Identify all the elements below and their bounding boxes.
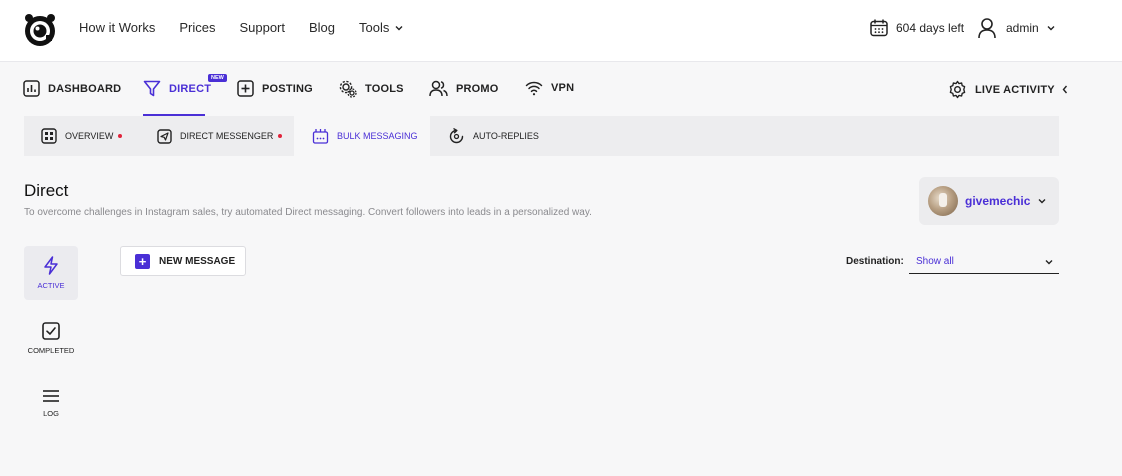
tab-dashboard-label: DASHBOARD: [48, 82, 122, 95]
status-filter-active-label: ACTIVE: [37, 281, 65, 290]
grid-dashboard-icon: [41, 128, 57, 144]
top-nav: How it Works Prices Support Blog Tools: [79, 20, 403, 35]
nav-link-blog[interactable]: Blog: [309, 20, 335, 35]
user-menu[interactable]: admin: [977, 17, 1055, 39]
sub-tab-overview-label: OVERVIEW: [65, 131, 114, 141]
days-left-text: 604 days left: [896, 21, 965, 35]
plus-square-icon: [237, 80, 254, 97]
notification-dot: [278, 134, 283, 138]
tools-menu-label: Tools: [359, 20, 390, 35]
tab-vpn-label: VPN: [551, 82, 575, 94]
status-filter-log-label: LOG: [43, 408, 59, 418]
tab-posting-label: POSTING: [262, 82, 313, 95]
live-activity-label: LIVE ACTIVITY: [975, 83, 1055, 96]
avatar: [928, 186, 958, 216]
tab-tools-label: TOOLS: [365, 83, 404, 95]
tab-direct[interactable]: DIRECT: [143, 80, 211, 97]
page-title: Direct: [24, 181, 69, 200]
destination-value: Show all: [916, 256, 954, 267]
status-filter-completed[interactable]: COMPLETED: [24, 311, 78, 365]
chevron-down-icon: [395, 25, 403, 30]
lightning-icon: [44, 256, 58, 275]
dashboard-chart-icon: [23, 80, 40, 97]
tools-menu[interactable]: Tools: [359, 20, 403, 35]
calendar-icon: [870, 19, 888, 37]
nav-link-how-it-works[interactable]: How it Works: [79, 20, 155, 35]
nav-link-prices[interactable]: Prices: [179, 20, 215, 35]
chevron-down-icon: [1047, 26, 1055, 31]
sub-tab-auto-replies-label: AUTO-REPLIES: [473, 131, 539, 141]
new-badge: NEW: [208, 74, 227, 82]
sub-tab-bulk-messaging-label: BULK MESSAGING: [337, 131, 418, 141]
sub-tab-overview[interactable]: OVERVIEW: [41, 116, 123, 156]
subscription-days-left[interactable]: 604 days left: [869, 18, 964, 38]
new-message-label: NEW MESSAGE: [159, 255, 236, 267]
sub-tabs: OVERVIEW DIRECT MESSENGER BULK MESSAGING…: [24, 116, 1059, 156]
funnel-icon: [143, 80, 161, 97]
username: admin: [1006, 21, 1039, 35]
tab-tools[interactable]: TOOLS: [339, 80, 404, 98]
menu-lines-icon: [43, 389, 59, 402]
bulk-message-icon: [312, 129, 329, 144]
nav-link-support[interactable]: Support: [239, 20, 285, 35]
account-name: givemechic: [965, 194, 1031, 208]
chevron-left-icon: [1062, 85, 1067, 94]
status-filter-active[interactable]: ACTIVE: [24, 246, 78, 300]
live-activity-toggle[interactable]: LIVE ACTIVITY: [948, 80, 1068, 99]
chevron-down-icon: [1038, 199, 1046, 204]
page-subtitle: To overcome challenges in Instagram sale…: [24, 207, 592, 218]
tab-promo[interactable]: PROMO: [429, 80, 499, 97]
notification-dot: [118, 134, 123, 138]
tab-vpn[interactable]: VPN: [525, 80, 574, 96]
plus-icon: +: [135, 253, 150, 269]
tab-posting[interactable]: POSTING: [237, 80, 313, 97]
main-nav: DASHBOARD DIRECT NEW POSTING TOOLS PROMO…: [0, 62, 1122, 116]
tab-direct-label: DIRECT: [169, 82, 212, 95]
send-message-icon: [157, 128, 172, 144]
chevron-down-icon: [1045, 259, 1053, 264]
sub-tab-auto-replies[interactable]: AUTO-REPLIES: [448, 116, 539, 156]
auto-reply-icon: [449, 127, 464, 143]
sub-tab-direct-messenger[interactable]: DIRECT MESSENGER: [157, 116, 283, 156]
status-filter-completed-label: COMPLETED: [27, 345, 75, 355]
gear-icon: [949, 80, 966, 99]
tab-promo-label: PROMO: [456, 82, 499, 95]
users-icon: [429, 80, 448, 97]
status-filter-log[interactable]: LOG: [24, 376, 78, 430]
account-switcher[interactable]: givemechic: [919, 177, 1059, 225]
user-icon: [978, 18, 996, 39]
destination-select[interactable]: Show all: [909, 250, 1059, 274]
sub-tab-bulk-messaging[interactable]: BULK MESSAGING: [294, 116, 430, 156]
logo-icon[interactable]: [22, 11, 58, 47]
wifi-icon: [525, 81, 543, 96]
gears-icon: [339, 80, 357, 98]
top-header: How it Works Prices Support Blog Tools 6…: [0, 0, 1122, 62]
new-message-button[interactable]: + NEW MESSAGE: [120, 246, 246, 276]
tab-dashboard[interactable]: DASHBOARD: [23, 80, 121, 97]
destination-label: Destination:: [846, 256, 904, 267]
sub-tab-direct-messenger-label: DIRECT MESSENGER: [180, 131, 274, 141]
checkbox-icon: [42, 321, 60, 340]
